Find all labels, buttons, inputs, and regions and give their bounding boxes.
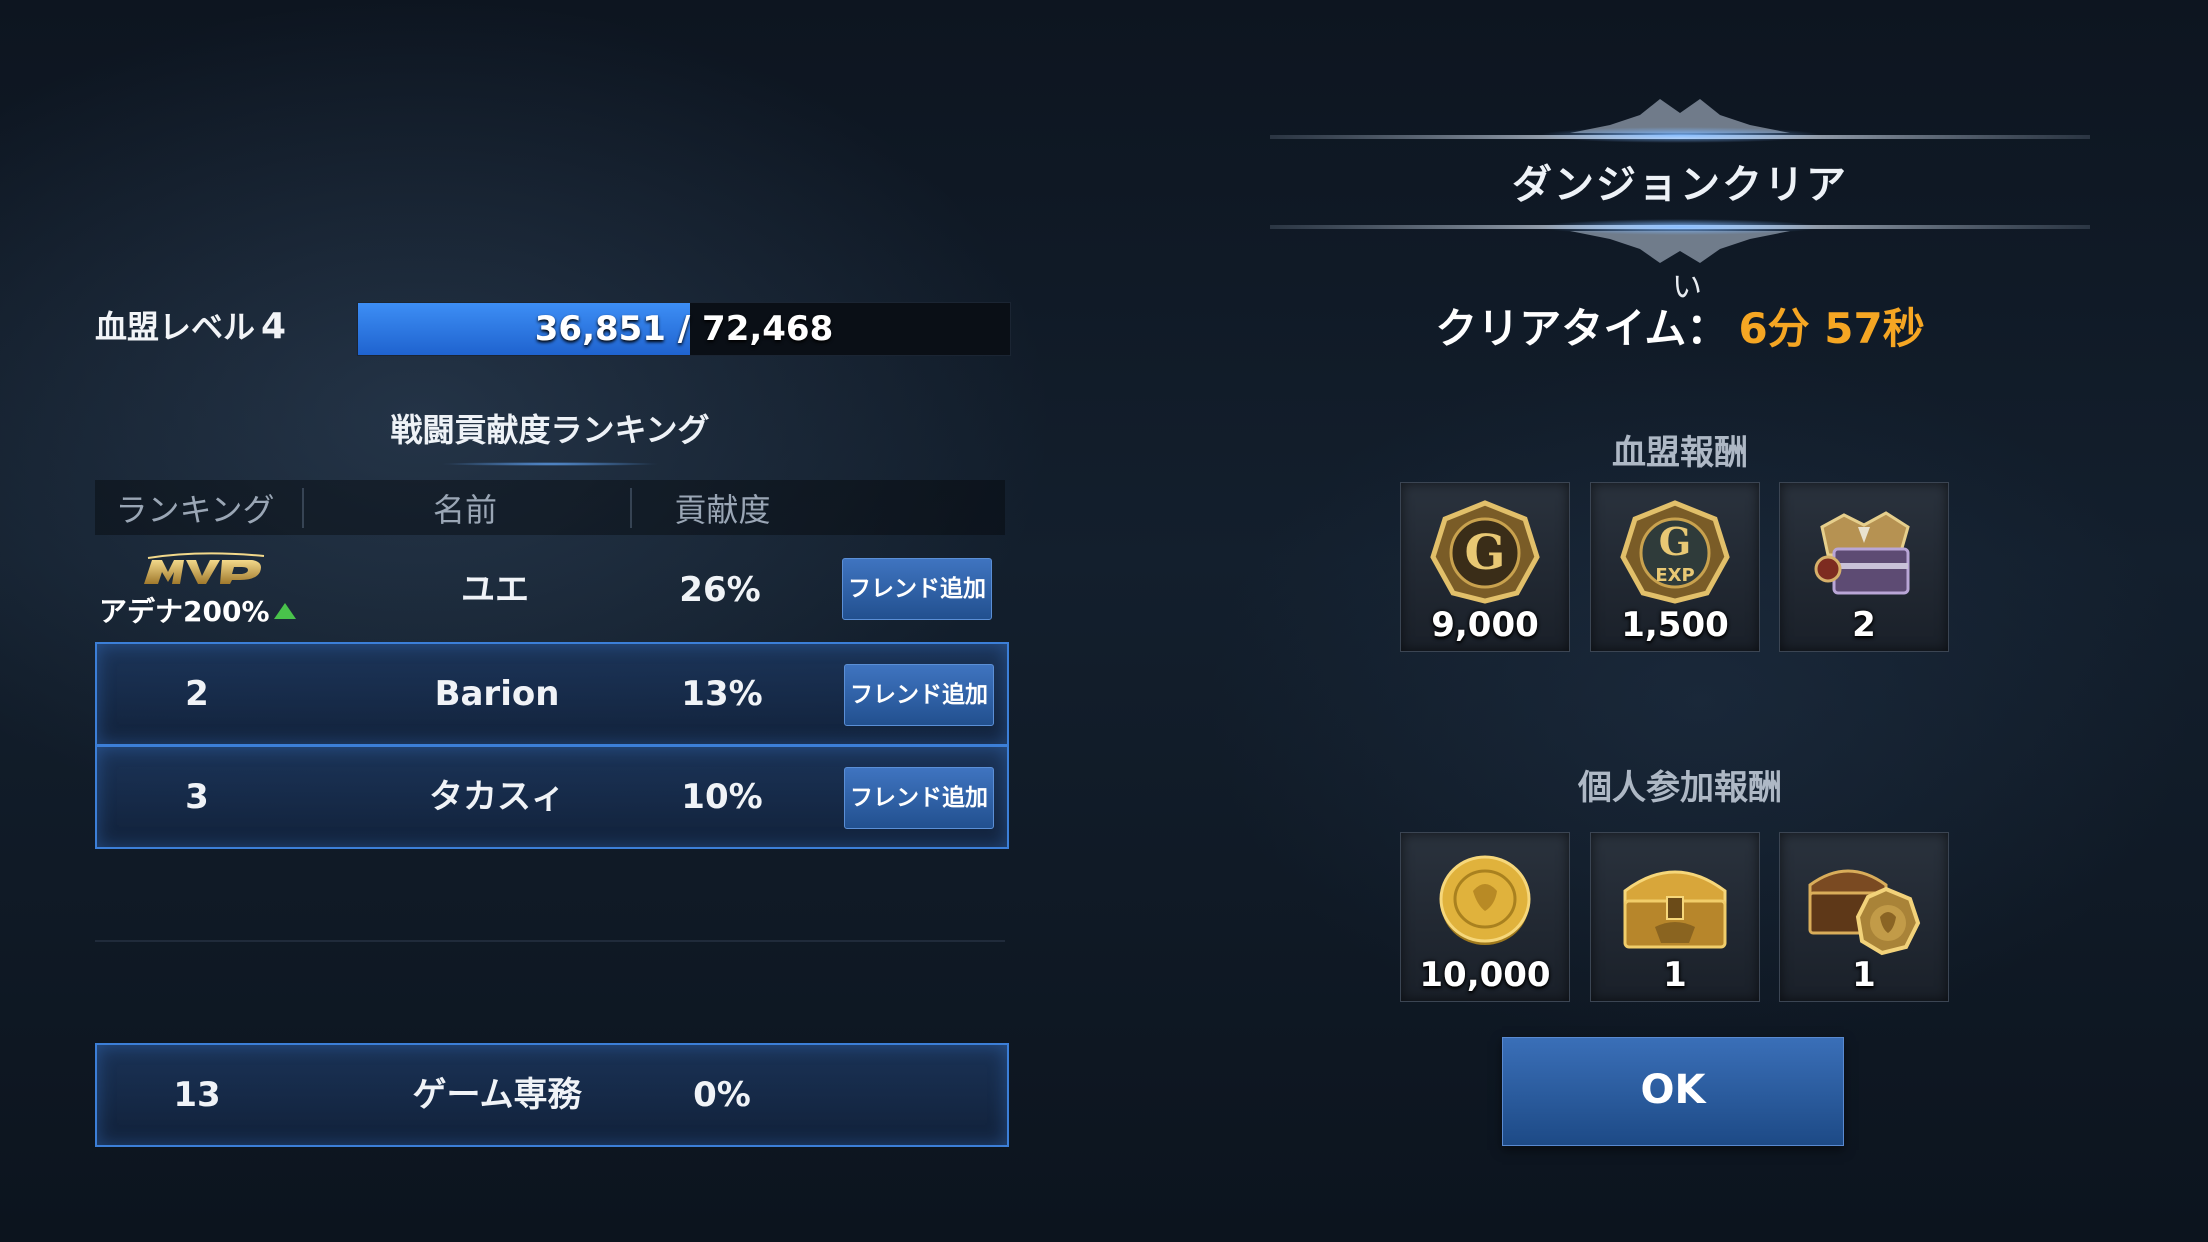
mvp-logo: [140, 550, 270, 586]
ranking-row-self: 13 ゲーム専務 0%: [95, 1043, 1009, 1147]
ranking-row-mvp: アデナ200% ユエ 26% フレンド追加: [95, 540, 1005, 640]
ranking-row: 3 タカスィ 10% フレンド追加: [95, 745, 1009, 849]
guild-level-text: 血盟レベル: [95, 308, 256, 346]
clear-time: クリアタイム： 6分 57秒: [1270, 295, 2090, 356]
reward-slot[interactable]: G 9,000: [1400, 482, 1570, 652]
dungeon-clear-title: ダンジョンクリア: [1512, 162, 1848, 208]
reward-slot[interactable]: 2: [1779, 482, 1949, 652]
clear-time-value: 6分 57秒: [1738, 304, 1925, 353]
guild-level-number: 4: [261, 306, 287, 347]
reward-qty: 2: [1852, 605, 1876, 645]
guild-exp-coin-icon: G EXP: [1620, 500, 1730, 604]
svg-text:G: G: [1465, 525, 1506, 581]
guild-xp-bar: 36,851 / 72,468: [357, 302, 1011, 356]
header-name: 名前: [432, 491, 497, 529]
add-friend-button[interactable]: フレンド追加: [844, 767, 994, 829]
ranking-rank: 3: [185, 777, 209, 817]
ranking-name: ゲーム専務: [412, 1075, 582, 1115]
reward-slot[interactable]: 1: [1590, 832, 1760, 1002]
reward-qty: 1,500: [1621, 605, 1729, 645]
ranking-title-underline: [440, 462, 660, 466]
guild-gold-coin-icon: G: [1430, 500, 1540, 604]
reward-slot[interactable]: G EXP 1,500: [1590, 482, 1760, 652]
header-rank: ランキング: [115, 491, 275, 529]
lion-chest-icon: [1808, 869, 1921, 956]
mvp-bonus: アデナ200%: [99, 590, 296, 630]
ranking-name: タカスィ: [429, 777, 565, 817]
reward-slot[interactable]: 1: [1779, 832, 1949, 1002]
personal-rewards-title: 個人参加報酬: [1578, 768, 1782, 808]
add-friend-button[interactable]: フレンド追加: [844, 664, 994, 726]
ranking-name: Barion: [434, 674, 560, 714]
gold-chest-icon: [1623, 870, 1727, 949]
ranking-rank: 2: [185, 674, 209, 714]
reward-qty: 1: [1663, 955, 1687, 995]
guild-rewards-title: 血盟報酬: [1612, 433, 1748, 473]
clear-time-label: クリアタイム：: [1435, 304, 1729, 353]
ranking-divider: [95, 940, 1005, 942]
reward-qty: 9,000: [1431, 605, 1539, 645]
reward-qty: 1: [1852, 955, 1876, 995]
ranking-name: ユエ: [461, 570, 529, 610]
ranking-contribution: 10%: [681, 777, 763, 817]
ok-button[interactable]: OK: [1502, 1037, 1844, 1146]
header-separator: [302, 488, 304, 528]
adena-coin-icon: [1439, 855, 1531, 945]
reward-qty: 10,000: [1419, 955, 1551, 995]
guild-level-label: 血盟レベル 4: [95, 302, 286, 348]
guild-xp-text: 36,851 / 72,468: [534, 309, 834, 349]
ranking-contribution: 13%: [681, 674, 763, 714]
reward-slot[interactable]: 10,000: [1400, 832, 1570, 1002]
armor-chest-icon: [1814, 511, 1910, 595]
ranking-title: 戦闘貢献度ランキング: [390, 411, 710, 449]
ranking-contribution: 0%: [693, 1075, 751, 1115]
mvp-bonus-text: アデナ200%: [99, 595, 270, 628]
up-arrow-icon: [273, 603, 296, 619]
ranking-rank: 13: [173, 1075, 221, 1115]
ranking-row: 2 Barion 13% フレンド追加: [95, 642, 1009, 746]
svg-text:EXP: EXP: [1655, 565, 1694, 586]
header-contribution: 貢献度: [674, 491, 771, 529]
svg-text:G: G: [1659, 519, 1691, 564]
ranking-contribution: 26%: [679, 570, 761, 610]
add-friend-button[interactable]: フレンド追加: [842, 558, 992, 620]
